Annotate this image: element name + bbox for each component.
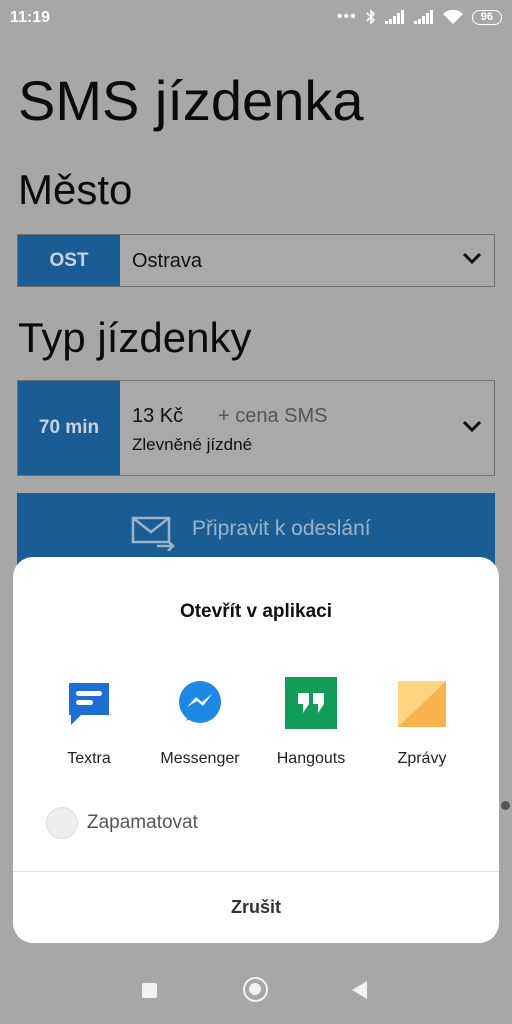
- ticket-type-section-title: Typ jízdenky: [18, 314, 252, 361]
- ticket-description: Zlevněné jízdné: [132, 435, 253, 454]
- app-title: SMS jízdenka: [18, 69, 364, 132]
- ticket-type-select[interactable]: 70 min 13 Kč + cena SMS Zlevněné jízdné: [17, 380, 495, 476]
- dots-icon: •••: [336, 8, 357, 25]
- recents-icon[interactable]: [142, 983, 157, 998]
- app-option-hangouts[interactable]: Hangouts: [251, 677, 371, 768]
- textra-icon: [69, 683, 109, 725]
- app-option-label: Hangouts: [276, 750, 346, 767]
- chevron-down-icon: [462, 252, 482, 265]
- app-option-label: Zprávy: [397, 750, 447, 767]
- city-section-title: Město: [18, 166, 133, 213]
- cancel-button[interactable]: Zrušit: [13, 897, 499, 918]
- hangouts-icon: [285, 677, 337, 729]
- dialog-title: Otevřít v aplikaci: [179, 601, 333, 622]
- messenger-icon: [179, 681, 221, 723]
- battery-icon: 96: [471, 9, 502, 25]
- open-with-dialog: Otevřít v aplikaci Textra Messenger Hang…: [13, 557, 499, 943]
- ticket-duration-badge: 70 min: [18, 381, 120, 475]
- prepare-send-label: Připravit k odeslání: [192, 517, 371, 540]
- home-icon[interactable]: [243, 977, 268, 1002]
- messages-icon: [398, 681, 446, 727]
- navigation-bar: [0, 960, 512, 1024]
- back-icon[interactable]: [352, 981, 367, 999]
- status-time: 11:19: [10, 9, 51, 26]
- wifi-icon: [442, 9, 463, 24]
- status-bar: 11:19 ••• 96: [0, 0, 512, 36]
- city-value: Ostrava: [132, 250, 203, 272]
- scroll-indicator: [501, 801, 510, 810]
- app-option-messenger[interactable]: Messenger: [140, 677, 260, 768]
- bluetooth-icon: [366, 9, 375, 25]
- city-code-badge: OST: [18, 235, 120, 286]
- envelope-send-icon: [131, 516, 175, 551]
- city-select[interactable]: OST Ostrava: [17, 234, 495, 287]
- app-option-zpravy[interactable]: Zprávy: [362, 677, 482, 768]
- remember-radio[interactable]: [46, 807, 78, 839]
- dialog-divider: [13, 871, 499, 872]
- app-option-label: Messenger: [160, 750, 240, 767]
- signal-icon: [384, 10, 404, 24]
- remember-label: Zapamatovat: [87, 812, 198, 833]
- ticket-price: 13 Kč: [132, 405, 184, 427]
- app-option-label: Textra: [67, 750, 111, 767]
- remember-choice[interactable]: Zapamatovat: [46, 807, 198, 839]
- chevron-down-icon: [462, 420, 482, 433]
- ticket-price-extra: + cena SMS: [218, 405, 328, 427]
- status-icons: ••• 96: [337, 9, 502, 25]
- signal-icon: [413, 10, 433, 24]
- app-option-textra[interactable]: Textra: [29, 677, 149, 768]
